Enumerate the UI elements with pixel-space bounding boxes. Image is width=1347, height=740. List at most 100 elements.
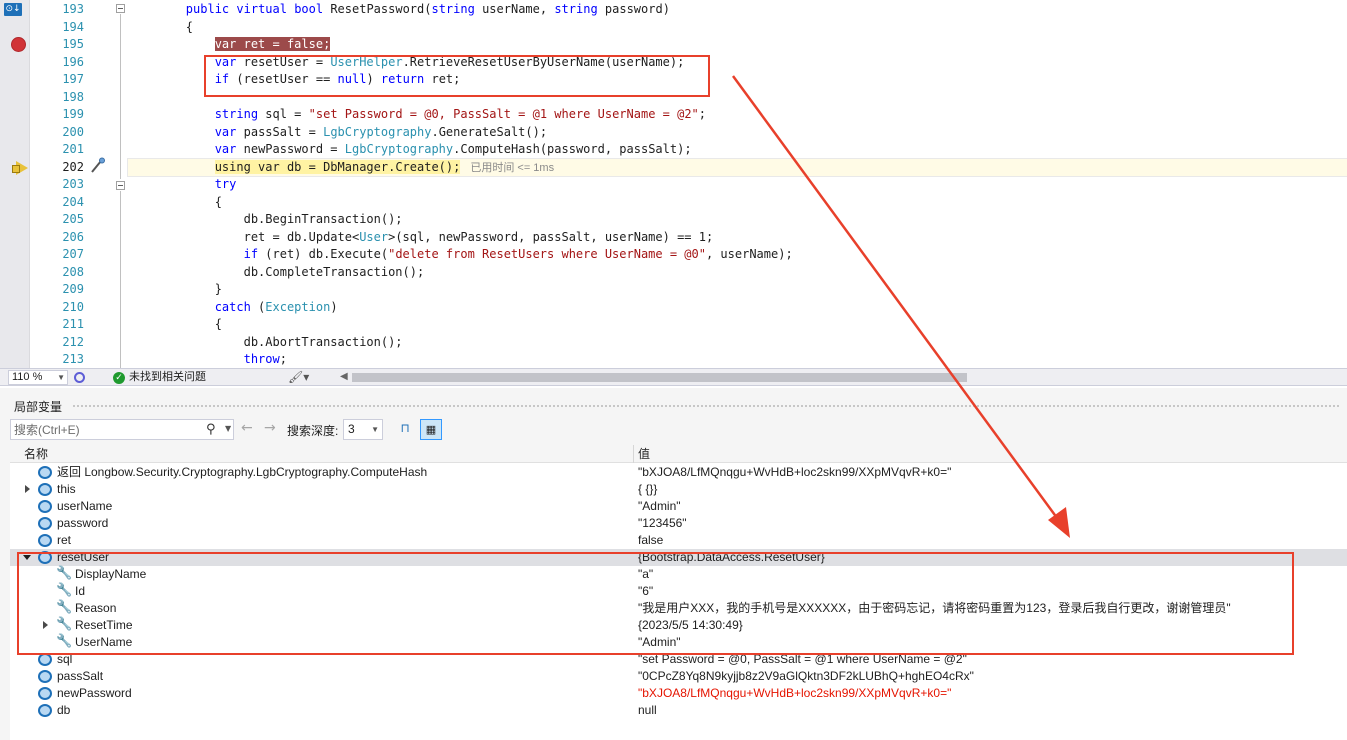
line-number[interactable]: 196 — [30, 54, 86, 72]
health-icon[interactable] — [74, 372, 85, 383]
zoom-dropdown[interactable]: 110 % ▼ — [8, 370, 68, 385]
variable-value[interactable]: "Admin" — [638, 499, 681, 514]
code-line[interactable]: throw; — [128, 351, 1347, 368]
locals-row[interactable]: 🔧 UserName "Admin" — [10, 634, 1347, 651]
line-number[interactable]: 212 — [30, 334, 86, 352]
variable-value[interactable]: "set Password = @0, PassSalt = @1 where … — [638, 652, 967, 667]
code-line[interactable]: var passSalt = LgbCryptography.GenerateS… — [128, 124, 1347, 142]
glyph-margin[interactable]: ⊙↓ — [0, 0, 30, 368]
locals-grid[interactable]: 名称 值 返回 Longbow.Security.Cryptography.Lg… — [10, 445, 1347, 740]
line-number[interactable]: 198 — [30, 89, 86, 107]
quick-action-brush-icon[interactable] — [88, 157, 106, 175]
drag-grip[interactable] — [72, 404, 1341, 408]
line-number[interactable]: 205 — [30, 211, 86, 229]
search-icon[interactable]: ⚲ — [206, 422, 216, 437]
line-number[interactable]: 193 — [30, 1, 86, 19]
code-line[interactable]: db.CompleteTransaction(); — [128, 264, 1347, 282]
locals-title-bar[interactable]: 局部变量 — [0, 396, 1347, 414]
variable-value[interactable]: false — [638, 533, 663, 548]
collapse-icon[interactable] — [116, 181, 125, 190]
collapse-arrow-icon[interactable] — [23, 555, 31, 560]
line-number[interactable]: 213 — [30, 351, 86, 368]
locals-row[interactable]: passSalt "0CPcZ8Yq8N9kyjjb8z2V9aGlQktn3DF… — [10, 668, 1347, 685]
variable-value[interactable]: "bXJOA8/LfMQnqgu+WvHdB+loc2skn99/XXpMVqv… — [638, 465, 951, 480]
line-number[interactable]: 209 — [30, 281, 86, 299]
line-number[interactable]: 208 — [30, 264, 86, 282]
variable-value[interactable]: "123456" — [638, 516, 687, 531]
line-number[interactable]: 210 — [30, 299, 86, 317]
locals-row[interactable]: 🔧 Id "6" — [10, 583, 1347, 600]
locals-row[interactable]: resetUser {Bootstrap.DataAccess.ResetUser… — [10, 549, 1347, 566]
locals-row[interactable]: 🔧 Reason "我是用户XXX，我的手机号是XXXXXX，由于密码忘记，请将密码… — [10, 600, 1347, 617]
search-depth-select[interactable]: 3 ▼ — [343, 419, 383, 440]
search-input[interactable] — [14, 421, 199, 438]
fold-margin[interactable] — [112, 0, 128, 368]
line-number[interactable]: 203 — [30, 176, 86, 194]
codelens-icon[interactable]: ⊙↓ — [4, 3, 22, 16]
line-number[interactable]: 197 — [30, 71, 86, 89]
code-text[interactable]: public virtual bool ResetPassword(string… — [127, 1, 1347, 368]
back-arrow-icon[interactable]: ← — [241, 420, 253, 436]
column-header-value[interactable]: 值 — [638, 446, 650, 462]
locals-row[interactable]: 🔧 ResetTime {2023/5/5 14:30:49} — [10, 617, 1347, 634]
code-cleanup-icon[interactable]: 🖌▾ — [288, 370, 309, 384]
locals-row[interactable]: 返回 Longbow.Security.Cryptography.LgbCryp… — [10, 464, 1347, 481]
locals-row[interactable]: 🔧 DisplayName "a" — [10, 566, 1347, 583]
variable-value[interactable]: "Admin" — [638, 635, 681, 650]
locals-row[interactable]: sql "set Password = @0, PassSalt = @1 whe… — [10, 651, 1347, 668]
pin-icon[interactable]: ⊓ — [397, 421, 413, 437]
current-statement-arrow-icon[interactable] — [12, 160, 28, 175]
code-line[interactable]: { — [128, 316, 1347, 334]
code-line[interactable]: db.AbortTransaction(); — [128, 334, 1347, 352]
column-header-name[interactable]: 名称 — [24, 446, 48, 462]
locals-row[interactable]: newPassword "bXJOA8/LfMQnqgu+WvHdB+loc2sk… — [10, 685, 1347, 702]
line-number[interactable]: 204 — [30, 194, 86, 212]
variable-value[interactable]: { {}} — [638, 482, 657, 497]
breakpoint-icon[interactable] — [11, 37, 26, 52]
code-line[interactable] — [128, 89, 1347, 107]
line-number[interactable]: 206 — [30, 229, 86, 247]
line-number[interactable]: 200 — [30, 124, 86, 142]
issues-status[interactable]: 未找到相关问题 — [129, 370, 206, 385]
chevron-down-icon[interactable]: ▼ — [225, 424, 231, 433]
code-line[interactable]: db.BeginTransaction(); — [128, 211, 1347, 229]
line-number[interactable]: 195 — [30, 36, 86, 54]
forward-arrow-icon[interactable]: → — [264, 420, 276, 436]
locals-row[interactable]: this { {}} — [10, 481, 1347, 498]
code-line[interactable]: ret = db.Update<User>(sql, newPassword, … — [128, 229, 1347, 247]
view-toggle-button[interactable]: ▦ — [420, 419, 442, 440]
variable-value[interactable]: null — [638, 703, 657, 718]
code-line[interactable]: string sql = "set Password = @0, PassSal… — [128, 106, 1347, 124]
code-line[interactable]: } — [128, 281, 1347, 299]
code-line[interactable]: if (resetUser == null) return ret; — [128, 71, 1347, 89]
code-line[interactable]: if (ret) db.Execute("delete from ResetUs… — [128, 246, 1347, 264]
code-line[interactable]: { — [128, 19, 1347, 37]
code-line[interactable]: try — [128, 176, 1347, 194]
scroll-left-icon[interactable]: ◀ — [340, 371, 348, 382]
variable-value[interactable]: "bXJOA8/LfMQnqgu+WvHdB+loc2skn99/XXpMVqv… — [638, 686, 951, 701]
code-line[interactable]: { — [128, 194, 1347, 212]
horizontal-scrollbar[interactable] — [352, 373, 967, 382]
locals-row[interactable]: password "123456" — [10, 515, 1347, 532]
code-line[interactable]: using var db = DbManager.Create(); 已用时间 <… — [127, 157, 1347, 177]
column-separator[interactable] — [633, 445, 634, 463]
line-number[interactable]: 211 — [30, 316, 86, 334]
variable-value[interactable]: "6" — [638, 584, 653, 599]
expand-arrow-icon[interactable] — [43, 621, 48, 629]
line-number[interactable]: 207 — [30, 246, 86, 264]
locals-row[interactable]: userName "Admin" — [10, 498, 1347, 515]
code-line[interactable]: var resetUser = UserHelper.RetrieveReset… — [128, 54, 1347, 72]
code-line[interactable]: catch (Exception) — [128, 299, 1347, 317]
code-line[interactable]: var newPassword = LgbCryptography.Comput… — [128, 141, 1347, 159]
collapse-icon[interactable] — [116, 4, 125, 13]
variable-value[interactable]: "0CPcZ8Yq8N9kyjjb8z2V9aGlQktn3DF2kLUBhQ+… — [638, 669, 974, 684]
variable-value[interactable]: {2023/5/5 14:30:49} — [638, 618, 743, 633]
line-number[interactable]: 202 — [30, 159, 86, 177]
line-number[interactable]: 194 — [30, 19, 86, 37]
code-line[interactable]: public virtual bool ResetPassword(string… — [128, 1, 1347, 19]
locals-row[interactable]: db null — [10, 702, 1347, 719]
code-editor[interactable]: ⊙↓ 193 194 195 196 197 198 199 200 201 202 203 204 2… — [0, 0, 1347, 368]
variable-value[interactable]: {Bootstrap.DataAccess.ResetUser} — [638, 550, 825, 565]
line-number[interactable]: 199 — [30, 106, 86, 124]
search-box[interactable]: ⚲ ▼ — [10, 419, 234, 440]
